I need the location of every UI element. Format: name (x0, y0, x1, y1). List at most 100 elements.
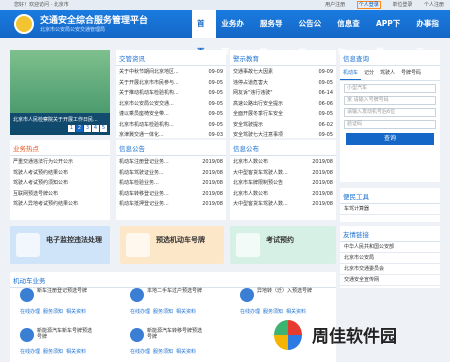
exam-booking-service[interactable]: 考试预约 (230, 226, 336, 264)
list-item[interactable]: 北京市机动车检验机构... 09-05 (119, 120, 223, 131)
motor-action-link[interactable]: 服务须知 (153, 309, 173, 315)
site-subtitle: 北京市公安局公安交通管理局 (40, 27, 106, 33)
banner-page[interactable]: 3 (84, 125, 91, 132)
list-item[interactable]: 北京市车牌限制预公告 2019/08 (233, 178, 333, 189)
list-item[interactable]: 机动车转移登记业务... 2019/08 (119, 189, 223, 200)
announce-title: 信息公布 (230, 140, 336, 156)
register-link[interactable]: 用户注册 (325, 2, 345, 8)
list-item[interactable]: 高速公路出行安全提示 06-06 (233, 99, 333, 110)
nav-announcements[interactable]: 公告公布 (294, 10, 333, 56)
friend-link[interactable]: 北京市交通委员会 (340, 264, 440, 275)
list-item[interactable]: 关于中秋节期间北京地区... 09-09 (119, 67, 223, 78)
plate-number-input[interactable]: 京 请输入号牌号码 (344, 96, 436, 105)
motor-action-link[interactable]: 相关资料 (176, 309, 196, 315)
calculator-link[interactable]: 车驾计算器 (340, 204, 440, 215)
list-item[interactable]: 北京市人数公布 2019/08 (233, 157, 333, 168)
nav-business[interactable]: 业务办理 (216, 10, 255, 56)
list-item[interactable]: 关于推动机动车检验机构... 09-05 (119, 88, 223, 99)
right-column: 信息查询 机动车 记分 驾驶人 号牌号码 小型汽车 京 请输入号牌号码 请输入发… (340, 50, 440, 288)
list-item[interactable]: 网友诉"违行违驶" 06-14 (233, 88, 333, 99)
item-date: 2019/08 (202, 201, 223, 207)
list-item[interactable]: 交通事故七大因素 09-09 (233, 67, 333, 78)
motor-action-link[interactable]: 服务须知 (43, 349, 63, 355)
list-item[interactable]: 机动车检验业务... 2019/08 (119, 178, 223, 189)
list-item[interactable]: 北京市公安局公安交通... 09-05 (119, 99, 223, 110)
query-title: 信息查询 (340, 50, 440, 66)
motor-action-link[interactable]: 在线办理 (240, 309, 260, 315)
list-item[interactable]: 大中型客货车驾驶人数... 2019/08 (233, 199, 333, 210)
list-item[interactable]: 互联网预选号牌公布 (13, 189, 107, 200)
list-item[interactable]: 违停占道危害大 09-05 (233, 78, 333, 89)
friend-link[interactable]: 北京市公安局 (340, 253, 440, 264)
hot-list: 严重交通违法行为公开公示 驾驶人考试预约结果公布 驾驶人考试预约须知公布 互联网预选号… (10, 156, 110, 211)
item-date: 2019/08 (312, 190, 333, 197)
news-banner[interactable]: 北京市人民检察院关于开展工作日民... 1 2 3 4 5 (10, 50, 110, 135)
list-item[interactable]: 严重交通违法行为公开公示 (13, 157, 107, 168)
car-icon (130, 288, 144, 302)
list-item[interactable]: 驾驶人异地考试预约结果公布 (13, 199, 107, 210)
tools-title: 便民工具 (340, 188, 440, 204)
friend-link[interactable]: 中华人民共和国公安部 (340, 242, 440, 253)
list-item[interactable]: 京津冀交通一体化... 09-03 (119, 130, 223, 141)
item-date: 2019/08 (202, 169, 223, 176)
e-monitor-service[interactable]: 电子监控违法处理 (10, 226, 110, 264)
motor-action-link[interactable]: 服务须知 (153, 349, 173, 355)
nav-home[interactable]: 首页 (192, 10, 217, 56)
banner-page[interactable]: 1 (68, 125, 75, 132)
tab-plate[interactable]: 号牌号码 (398, 66, 424, 80)
item-date: 09-05 (208, 100, 223, 107)
warning-list: 交通事故七大因素 09-09 违停占道危害大 09-05 网友诉"违行违驶" 06-14 高… (230, 66, 336, 142)
engine-number-input[interactable]: 请输入发动机号后6位 (344, 108, 436, 117)
motor-action-link[interactable]: 在线办理 (130, 309, 150, 315)
list-item[interactable]: 大中型客货车驾驶人数... 2019/08 (233, 168, 333, 179)
item-date: 2019/08 (312, 159, 333, 165)
motor-action-link[interactable]: 在线办理 (130, 349, 150, 355)
list-item[interactable]: 全面开展冬季行车安全 09-05 (233, 109, 333, 120)
item-date: 09-03 (208, 132, 223, 138)
friend-link[interactable]: 交通安全宣传网 (340, 275, 440, 286)
list-item[interactable]: 安全驾驶七大注意事项 09-05 (233, 130, 333, 141)
item-title: 机动车驾驶证业务... (119, 169, 164, 176)
query-button[interactable]: 查询 (346, 133, 434, 145)
tab-driver[interactable]: 驾驶人 (377, 66, 398, 80)
list-item[interactable]: 驾驶人考试预约须知公布 (13, 178, 107, 189)
personal-login-link[interactable]: 个人登录 (356, 1, 381, 9)
banner-page[interactable]: 4 (92, 125, 99, 132)
list-item[interactable]: 北京市人数公布 2019/08 (233, 189, 333, 200)
plate-preselect-service[interactable]: 预选机动车号牌 (120, 226, 224, 264)
motor-action-link[interactable]: 在线办理 (20, 309, 40, 315)
list-item[interactable]: 安全驾驶提示 06-02 (233, 120, 333, 131)
car-icon (20, 288, 34, 302)
nav-guide[interactable]: 办事指南 (411, 10, 450, 56)
motor-action-link[interactable]: 在线办理 (20, 349, 40, 355)
list-item[interactable]: 机动车抵押登记业务... 2019/08 (119, 199, 223, 210)
tab-vehicle[interactable]: 机动车 (340, 66, 362, 80)
welcome-text: 您好！欢迎访问 · 北京市 (14, 2, 69, 8)
motor-action-link[interactable]: 相关资料 (66, 349, 86, 355)
nav-info-query[interactable]: 信息查询 (332, 10, 371, 56)
item-date: 06-14 (318, 90, 333, 96)
vehicle-type-select[interactable]: 小型汽车 (344, 84, 436, 93)
list-item[interactable]: 关于开展北京市市民参与... 09-05 (119, 78, 223, 89)
item-date: 2019/08 (202, 190, 223, 197)
banner-page[interactable]: 2 (76, 125, 83, 132)
banner-page[interactable]: 5 (100, 125, 107, 132)
captcha-input[interactable]: 验证码 (344, 120, 436, 129)
nav-app-download[interactable]: APP下载 (371, 10, 411, 56)
item-date: 2019/08 (202, 159, 223, 165)
nav-service-guide[interactable]: 服务导航 (255, 10, 294, 56)
motor-action-link[interactable]: 相关资料 (66, 309, 86, 315)
item-title: 全面开展冬季行车安全 (233, 111, 284, 117)
motor-action-link[interactable]: 相关资料 (176, 349, 196, 355)
org-login-link[interactable]: 单位登录 (392, 2, 412, 8)
item-date: 09-09 (318, 69, 333, 75)
list-item[interactable]: 机动车注册登记业务... 2019/08 (119, 157, 223, 168)
personal-register-link[interactable]: 个人注册 (424, 2, 444, 8)
service-label: 考试预约 (266, 236, 294, 244)
list-item[interactable]: 机动车驾驶证业务... 2019/08 (119, 168, 223, 179)
item-title: 谨以乘员座椅安全带... (119, 111, 169, 117)
tab-points[interactable]: 记分 (361, 66, 377, 80)
list-item[interactable]: 谨以乘员座椅安全带... 09-05 (119, 109, 223, 120)
motor-action-link[interactable]: 服务须知 (43, 309, 63, 315)
list-item[interactable]: 驾驶人考试预约结果公布 (13, 168, 107, 179)
